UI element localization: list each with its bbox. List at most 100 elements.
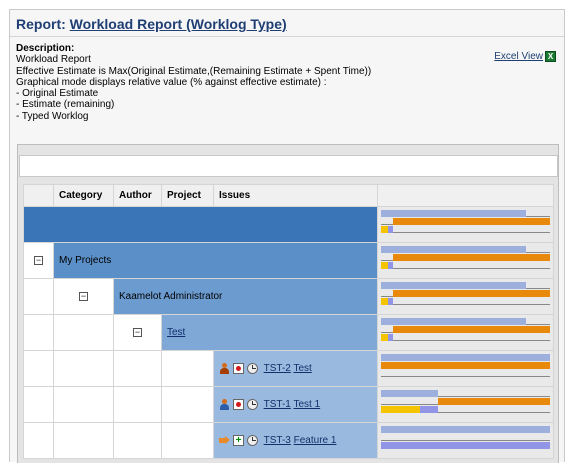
workload-table: Category Author Project Issues − My Proj… xyxy=(23,184,554,459)
report-grid-container: Category Author Project Issues − My Proj… xyxy=(17,144,559,463)
collapse-toggle[interactable]: − xyxy=(133,327,142,337)
total-row-cell xyxy=(23,206,378,243)
bar-cell xyxy=(377,314,554,351)
description-line: Workload Report xyxy=(16,54,91,66)
workload-bars xyxy=(381,245,550,276)
bar-cell xyxy=(377,206,554,243)
bar-track xyxy=(381,375,550,377)
description-line: - Original Estimate xyxy=(16,88,99,100)
header-issues: Issues xyxy=(213,184,378,207)
bar-track xyxy=(381,339,550,341)
assignee-icon xyxy=(219,398,230,410)
issue-summary-link[interactable]: Test xyxy=(293,363,311,374)
author-cell: Kaamelot Administrator xyxy=(113,278,378,315)
description-line: - Estimate (remaining) xyxy=(16,99,115,111)
description-line: - Typed Worklog xyxy=(16,110,89,122)
bar-cell xyxy=(377,242,554,279)
project-link[interactable]: Test xyxy=(167,327,185,338)
empty-cell xyxy=(23,350,54,387)
issue-key-link[interactable]: TST-3 xyxy=(264,435,291,446)
issue-icons xyxy=(219,362,258,374)
bar-track xyxy=(381,439,550,441)
bug-icon xyxy=(233,398,244,410)
empty-cell xyxy=(161,386,214,423)
excel-view[interactable]: Excel View X xyxy=(494,51,556,63)
issue-cell: + TST-3 Feature 1 xyxy=(213,422,378,459)
bar-cell xyxy=(377,422,554,459)
original-estimate-bar xyxy=(381,281,527,289)
worklog-bar-blue xyxy=(387,333,393,341)
issue-summary-link[interactable]: Test 1 xyxy=(293,399,320,410)
empty-cell xyxy=(53,422,114,459)
bar-track xyxy=(381,267,550,269)
description-line: Effective Estimate is Max(Original Estim… xyxy=(16,65,372,77)
original-estimate-bar xyxy=(381,353,550,361)
description-label: Description: xyxy=(16,43,75,54)
excel-icon[interactable]: X xyxy=(545,51,556,63)
remaining-estimate-bar xyxy=(381,361,550,369)
bug-icon xyxy=(233,362,244,374)
worklog-bar-yellow xyxy=(381,333,388,341)
clock-icon xyxy=(247,434,258,446)
report-title: Report: Workload Report (Worklog Type) xyxy=(10,10,564,37)
clock-icon xyxy=(247,362,258,374)
issue-summary-link[interactable]: Feature 1 xyxy=(294,435,337,446)
category-cell: My Projects xyxy=(53,242,378,279)
issue-cell: TST-1 Test 1 xyxy=(213,386,378,423)
remaining-estimate-bar xyxy=(392,253,550,261)
original-estimate-bar xyxy=(381,209,527,217)
report-title-link[interactable]: Workload Report (Worklog Type) xyxy=(70,16,287,32)
worklog-bar-blue xyxy=(419,405,439,413)
bar-track xyxy=(381,231,550,233)
workload-bars xyxy=(381,389,550,420)
toggle-cell: − xyxy=(23,242,54,279)
empty-cell xyxy=(53,386,114,423)
workload-bars xyxy=(381,281,550,312)
issue-key-link[interactable]: TST-2 xyxy=(264,363,291,374)
remaining-estimate-bar xyxy=(392,217,550,225)
excel-view-link[interactable]: Excel View xyxy=(494,51,543,62)
empty-cell xyxy=(23,422,54,459)
worklog-bar-blue xyxy=(387,297,393,305)
workload-bars xyxy=(381,353,550,384)
collapse-toggle[interactable]: − xyxy=(79,291,88,301)
empty-cell xyxy=(23,386,54,423)
toggle-cell: − xyxy=(53,278,114,315)
collapse-toggle[interactable]: − xyxy=(34,255,43,265)
header-category: Category xyxy=(53,184,114,207)
table-row xyxy=(23,206,554,243)
issue-icons: + xyxy=(219,434,258,446)
new-feature-icon: + xyxy=(233,434,244,446)
bar-cell xyxy=(377,278,554,315)
worklog-bar-yellow xyxy=(381,225,388,233)
worklog-bar-blue xyxy=(381,441,550,449)
title-prefix: Report: xyxy=(16,16,66,32)
issue-key-link[interactable]: TST-1 xyxy=(264,399,291,410)
empty-cell xyxy=(161,422,214,459)
worklog-bar-yellow xyxy=(381,261,388,269)
description-line: Graphical mode displays relative value (… xyxy=(16,76,327,88)
remaining-estimate-bar xyxy=(392,289,550,297)
toggle-cell: − xyxy=(113,314,162,351)
filter-strip xyxy=(19,155,558,177)
workload-bars xyxy=(381,209,550,240)
header-author: Author xyxy=(113,184,162,207)
workload-bars xyxy=(381,425,550,456)
header-project: Project xyxy=(161,184,214,207)
header-graph xyxy=(377,184,554,207)
table-row: − Test xyxy=(23,314,554,351)
table-row: TST-2 Test xyxy=(23,350,554,387)
table-header-row: Category Author Project Issues xyxy=(23,184,554,207)
report-panel: Report: Workload Report (Worklog Type) D… xyxy=(9,9,565,463)
table-row: − Kaamelot Administrator xyxy=(23,278,554,315)
remaining-estimate-bar xyxy=(392,325,550,333)
bar-cell xyxy=(377,386,554,423)
original-estimate-bar xyxy=(381,425,550,433)
empty-cell xyxy=(53,350,114,387)
issue-icons xyxy=(219,398,258,410)
project-cell: Test xyxy=(161,314,378,351)
original-estimate-bar xyxy=(381,245,527,253)
table-row: + TST-3 Feature 1 xyxy=(23,422,554,459)
priority-arrow-icon xyxy=(219,435,230,446)
workload-bars xyxy=(381,317,550,348)
